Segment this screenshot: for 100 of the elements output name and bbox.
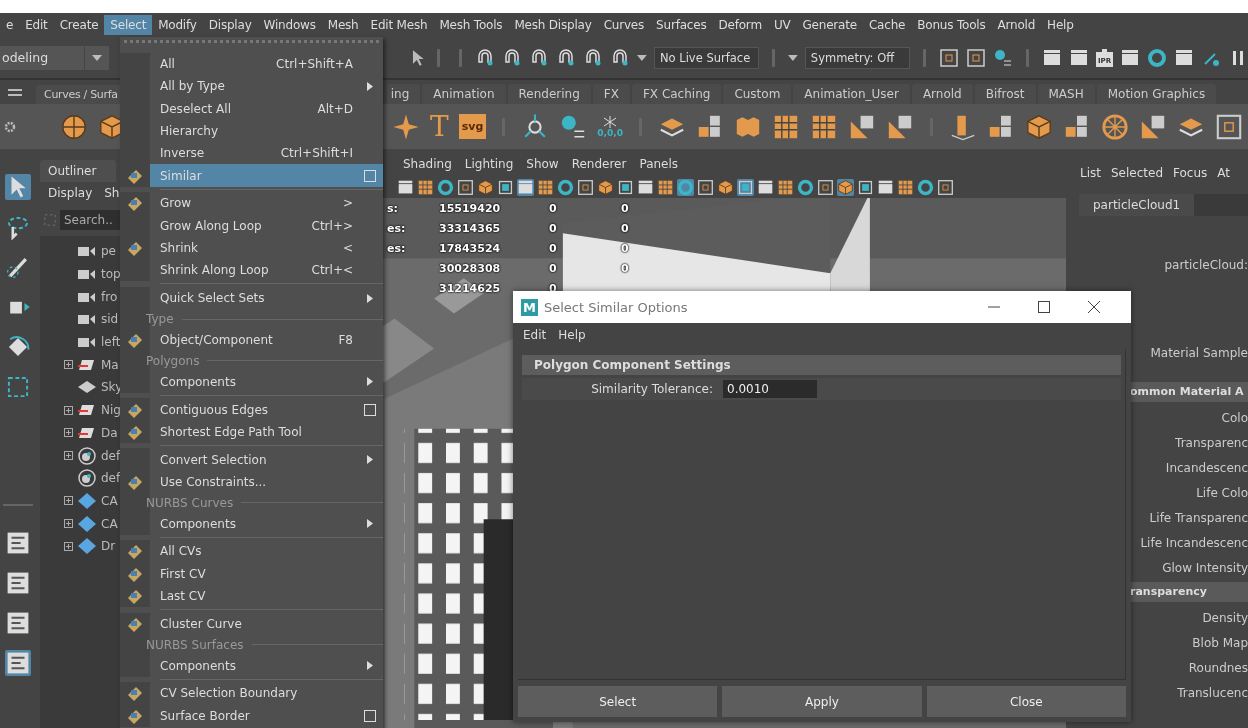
text-tool[interactable]: T [430,112,449,141]
menu-item[interactable]: Display [48,186,93,200]
menu-item[interactable]: Edit [19,15,54,35]
menu-section-label: Polygons [146,353,200,368]
attribute-label: Transparenc [1175,434,1248,452]
node-tab[interactable]: particleCloud1 [1079,194,1195,216]
menu-item[interactable]: At [1217,166,1230,180]
outliner-item[interactable]: CA [101,516,118,531]
stat-value: 31214625 [439,282,502,295]
menu-item[interactable]: Shrink < [120,236,383,260]
outliner-tab[interactable]: Outliner [40,160,116,182]
window-title: Select Similar Options [544,299,688,315]
menu-item[interactable]: Shrink Along Loop Ctrl+< [120,259,383,282]
menu-item[interactable]: CV Selection Boundary [120,682,383,705]
dialog-button[interactable]: Select [518,686,718,717]
shelf-tab[interactable]: Curves / Surfa [36,85,122,104]
outliner-item[interactable]: left [101,335,121,350]
menu-item[interactable]: Lighting [464,157,514,171]
menu-item[interactable]: Display [202,15,258,35]
menu-item[interactable]: Edit [523,328,547,342]
menu-item[interactable]: UV [767,15,797,35]
menu-item[interactable]: Inverse Ctrl+Shift+I [120,142,383,165]
menu-item[interactable]: Modify [152,15,203,35]
dialog-button[interactable]: Close [926,686,1126,717]
shelf-tab[interactable]: FX [592,84,630,104]
menu-item[interactable]: e [0,15,20,35]
menu-item[interactable]: Bonus Tools [911,15,992,35]
menu-item[interactable]: Create [53,15,105,35]
outliner-item[interactable]: def [101,448,121,463]
outliner-item[interactable]: sid [101,312,119,327]
menu-item[interactable]: All Ctrl+Shift+A [120,53,383,76]
menu-item[interactable]: Arnold [991,15,1042,35]
symmetry-field[interactable]: Symmetry: Off [804,46,911,69]
shelf-tab[interactable]: Motion Graphics [1096,84,1217,104]
shelf-tab[interactable]: MASH [1037,84,1095,104]
menu-item[interactable]: Deselect All Alt+D [120,97,383,120]
outliner-item[interactable]: Dr [101,539,116,554]
menu-item[interactable]: Contiguous Edges [120,398,383,421]
shelf-tab[interactable]: ing [386,84,421,104]
menu-item[interactable]: Focus [1173,166,1208,180]
menu-item[interactable]: Panels [639,157,679,171]
menu-item[interactable]: Mesh [321,15,365,35]
stat-value: 30028308 [439,262,502,275]
menu-item[interactable]: Mesh Tools [433,15,509,35]
outliner-item[interactable]: fro [101,289,118,304]
menu-item[interactable]: Object/Component F8 [120,328,383,352]
menu-item[interactable]: Generate [796,15,863,35]
menu-item[interactable]: All by Type [120,75,383,98]
menu-item[interactable]: Surface Border [120,704,383,727]
shelf-tab[interactable]: Arnold [911,84,973,104]
tolerance-field[interactable]: 0.0010 [723,380,817,398]
menu-item[interactable]: Selected [1111,166,1163,180]
menu-item[interactable]: Hierarchy [120,119,383,143]
menu-item[interactable]: Edit Mesh [364,15,434,35]
menu-item[interactable]: Quick Select Sets [120,286,383,310]
live-surface-field[interactable]: No Live Surface [653,46,760,69]
shelf-tab[interactable]: Custom [723,84,792,104]
section-header[interactable]: Polygon Component Settings [522,355,1121,375]
menu-item[interactable]: Curves [597,15,651,35]
menu-item[interactable]: Mesh Display [508,15,598,35]
menu-item[interactable]: Help [1041,15,1080,35]
shelf-tab[interactable]: Bifrost [974,84,1036,104]
outliner-item[interactable]: def [101,471,121,486]
menu-item[interactable]: Renderer [571,157,627,171]
menu-item[interactable]: Cache [862,15,912,35]
dialog-button[interactable]: Apply [722,686,922,717]
menu-item[interactable]: Convert Selection [120,448,383,471]
svg-tool[interactable]: svg [458,114,487,139]
menu-item[interactable]: List [1080,166,1101,180]
menu-item[interactable]: Show [526,157,559,171]
shelf-tab[interactable]: Animation_User [793,84,910,104]
outliner-item[interactable]: Nig [101,403,121,418]
workspace-dropdown[interactable]: odeling [0,45,109,70]
outliner-item[interactable]: Ma [101,357,119,372]
shelf-tab[interactable]: FX Caching [631,84,722,104]
outliner-item[interactable]: Da [101,425,118,440]
attribute-label: Roundnes [1188,659,1248,677]
menu-item[interactable]: Cluster Curve [120,612,383,636]
shelf-tab[interactable]: Animation [422,84,506,104]
menu-item[interactable]: Last CV [120,584,383,608]
menu-item[interactable]: Surfaces [650,15,713,35]
attribute-label: Life Incandescenc [1140,534,1248,552]
menu-item[interactable]: Deform [712,15,768,35]
shelf-tab[interactable]: Rendering [507,84,591,104]
menu-item[interactable]: Shading [403,157,452,171]
stat-value: 0 [549,242,558,255]
outliner-item[interactable]: CA [101,493,118,508]
menu-item[interactable]: Components [120,654,383,677]
menu-item[interactable]: Windows [257,15,322,35]
outliner-item[interactable]: pe [101,244,116,259]
menu-item[interactable]: Shortest Edge Path Tool [120,420,383,443]
menu-item[interactable]: Help [558,328,586,342]
menu-item[interactable]: Components [120,512,383,535]
menu-item[interactable]: Components [120,370,383,393]
menu-item[interactable]: All CVs [120,540,383,563]
menu-item[interactable]: Sh [104,186,120,200]
menu-item[interactable]: First CV [120,562,383,585]
outliner-item[interactable]: top [101,267,121,282]
stat-value: 33314365 [439,222,502,235]
menu-item[interactable]: Use Constraints... [120,470,383,494]
